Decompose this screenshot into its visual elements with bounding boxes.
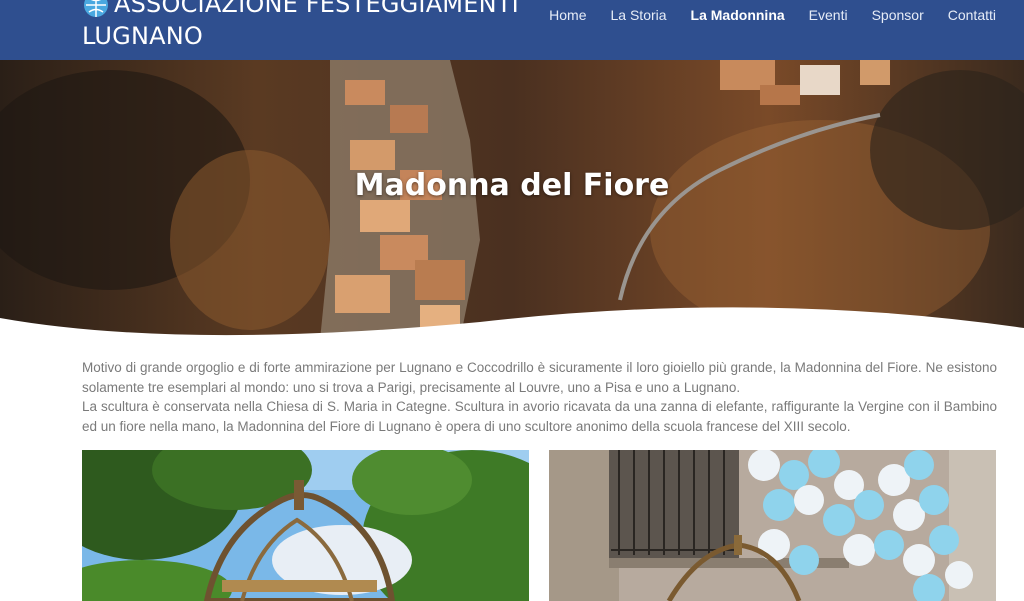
logo-text-line2: LUGNANO [82,22,203,50]
globe-icon [84,0,108,17]
nav-item-la-storia[interactable]: La Storia [611,0,667,30]
nav-item-contatti[interactable]: Contatti [948,0,996,30]
intro-paragraph-1: Motivo di grande orgoglio e di forte amm… [82,360,997,395]
nav-item-eventi[interactable]: Eventi [809,0,848,30]
site-header: ASSOCIAZIONE FESTEGGIAMENTI LUGNANO Home… [0,0,1024,60]
nav-item-home[interactable]: Home [549,0,586,30]
logo-text-line1: ASSOCIAZIONE FESTEGGIAMENTI [114,0,519,18]
photo-crown-in-garden [82,450,529,601]
intro-paragraph-2: La scultura è conservata nella Chiesa di… [82,399,997,434]
nav-item-la-madonnina[interactable]: La Madonnina [691,0,785,30]
intro-text: Motivo di grande orgoglio e di forte amm… [82,358,997,436]
site-logo[interactable]: ASSOCIAZIONE FESTEGGIAMENTI LUGNANO [82,0,519,52]
photo-crown-with-balloons [549,450,996,601]
hero-title: Madonna del Fiore [354,168,670,203]
hero-banner: Madonna del Fiore [0,60,1024,340]
nav-item-sponsor[interactable]: Sponsor [872,0,924,30]
main-nav: Home La Storia La Madonnina Eventi Spons… [549,0,996,30]
